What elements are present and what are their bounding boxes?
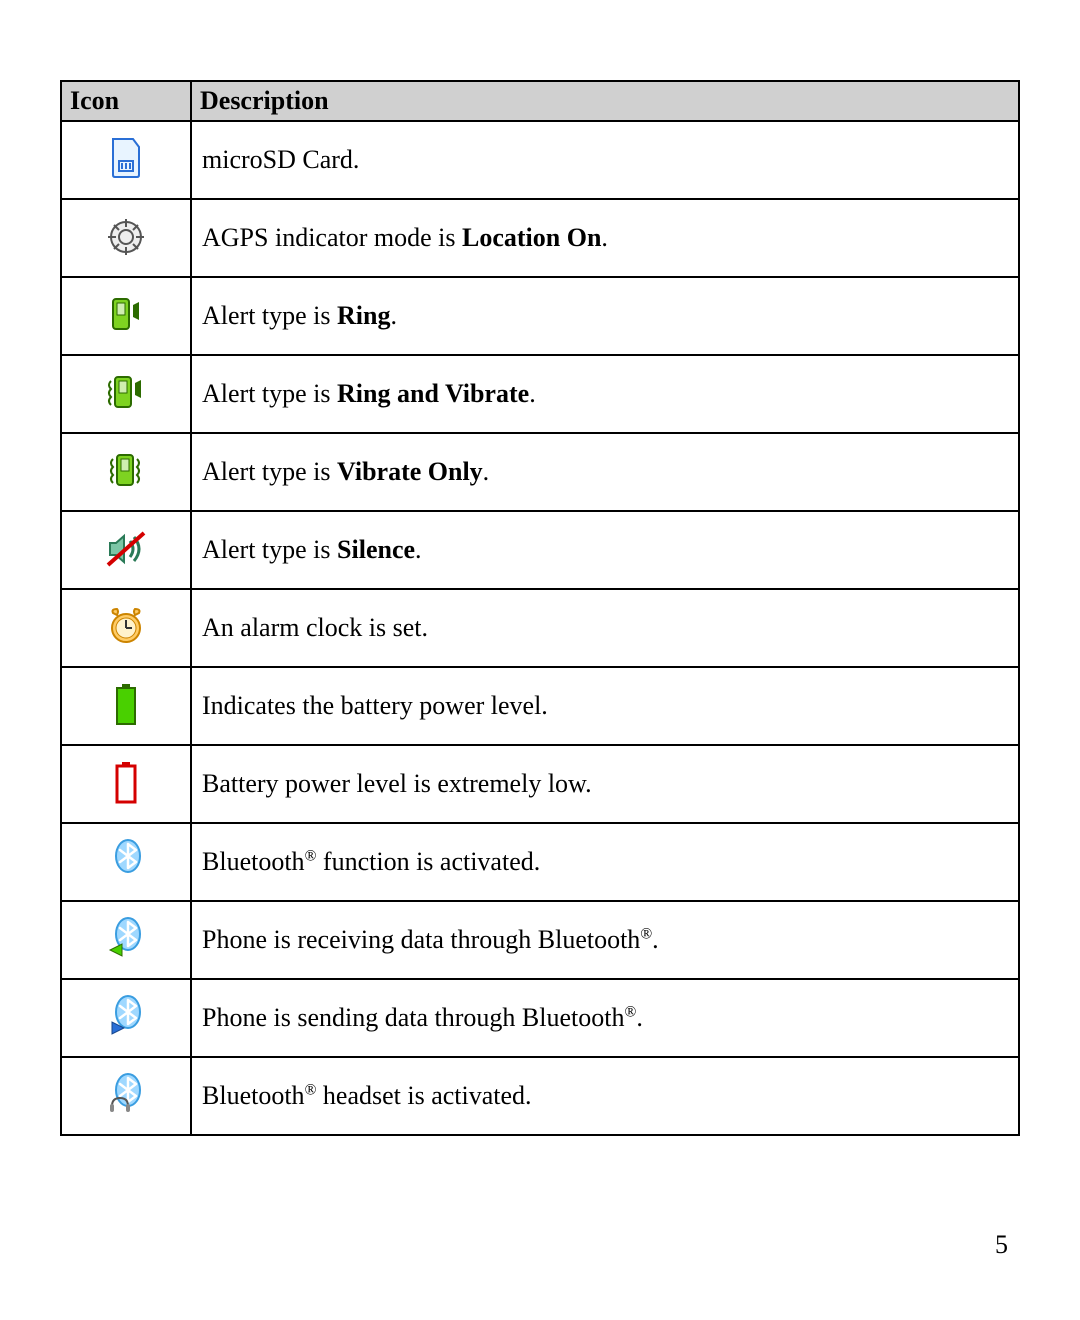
table-row: An alarm clock is set. bbox=[61, 589, 1019, 667]
registered-mark: ® bbox=[640, 925, 652, 942]
icon-cell bbox=[61, 823, 191, 901]
desc-post: headset is activated. bbox=[316, 1081, 531, 1110]
description-cell: An alarm clock is set. bbox=[191, 589, 1019, 667]
desc-pre: microSD Card. bbox=[202, 145, 359, 174]
battery-low-icon bbox=[102, 758, 150, 806]
agps-location-on-icon bbox=[102, 213, 150, 261]
alert-ring-icon bbox=[102, 290, 150, 338]
desc-pre: Alert type is bbox=[202, 379, 337, 408]
icon-cell bbox=[61, 121, 191, 199]
description-cell: Battery power level is extremely low. bbox=[191, 745, 1019, 823]
icon-cell bbox=[61, 511, 191, 589]
table-row: Battery power level is extremely low. bbox=[61, 745, 1019, 823]
desc-bold: Silence bbox=[337, 535, 415, 564]
description-cell: AGPS indicator mode is Location On. bbox=[191, 199, 1019, 277]
description-cell: Alert type is Ring. bbox=[191, 277, 1019, 355]
registered-mark: ® bbox=[305, 847, 317, 864]
desc-post: . bbox=[652, 925, 659, 954]
desc-pre: Alert type is bbox=[202, 301, 337, 330]
desc-post: function is activated. bbox=[316, 847, 540, 876]
description-cell: Bluetooth® headset is activated. bbox=[191, 1057, 1019, 1135]
description-cell: Indicates the battery power level. bbox=[191, 667, 1019, 745]
bluetooth-receive-icon bbox=[102, 914, 150, 962]
table-row: Alert type is Ring and Vibrate. bbox=[61, 355, 1019, 433]
desc-pre: An alarm clock is set. bbox=[202, 613, 428, 642]
desc-pre: Alert type is bbox=[202, 535, 337, 564]
table-row: AGPS indicator mode is Location On. bbox=[61, 199, 1019, 277]
table-row: microSD Card. bbox=[61, 121, 1019, 199]
desc-post: . bbox=[483, 457, 490, 486]
alert-silence-icon bbox=[102, 525, 150, 573]
bluetooth-send-icon bbox=[102, 992, 150, 1040]
registered-mark: ® bbox=[624, 1003, 636, 1020]
desc-bold: Location On bbox=[462, 223, 601, 252]
registered-mark: ® bbox=[305, 1081, 317, 1098]
desc-post: . bbox=[391, 301, 398, 330]
desc-bold: Vibrate Only bbox=[337, 457, 483, 486]
page-number: 5 bbox=[995, 1230, 1008, 1260]
icon-description-table: Icon Description microSD Card. AGPS indic… bbox=[60, 80, 1020, 1136]
table-row: Alert type is Ring. bbox=[61, 277, 1019, 355]
desc-post: . bbox=[601, 223, 608, 252]
desc-pre: Bluetooth bbox=[202, 847, 305, 876]
icon-cell bbox=[61, 589, 191, 667]
icon-cell bbox=[61, 979, 191, 1057]
microsd-icon bbox=[102, 134, 150, 182]
desc-post: . bbox=[415, 535, 422, 564]
icon-cell bbox=[61, 1057, 191, 1135]
table-row: Alert type is Vibrate Only. bbox=[61, 433, 1019, 511]
desc-bold: Ring and Vibrate bbox=[337, 379, 529, 408]
description-cell: Phone is receiving data through Bluetoot… bbox=[191, 901, 1019, 979]
table-row: Alert type is Silence. bbox=[61, 511, 1019, 589]
description-cell: Alert type is Silence. bbox=[191, 511, 1019, 589]
desc-pre: Bluetooth bbox=[202, 1081, 305, 1110]
desc-pre: Phone is receiving data through Bluetoot… bbox=[202, 925, 640, 954]
icon-cell bbox=[61, 745, 191, 823]
desc-pre: Battery power level is extremely low. bbox=[202, 769, 592, 798]
desc-pre: Alert type is bbox=[202, 457, 337, 486]
bluetooth-headset-icon bbox=[102, 1070, 150, 1118]
description-cell: Alert type is Vibrate Only. bbox=[191, 433, 1019, 511]
desc-post: . bbox=[529, 379, 536, 408]
alert-vibrate-only-icon bbox=[102, 446, 150, 494]
desc-pre: Indicates the battery power level. bbox=[202, 691, 548, 720]
icon-cell bbox=[61, 277, 191, 355]
desc-post: . bbox=[636, 1003, 643, 1032]
battery-full-icon bbox=[102, 680, 150, 728]
table-row: Phone is sending data through Bluetooth®… bbox=[61, 979, 1019, 1057]
alert-ring-vibrate-icon bbox=[102, 368, 150, 416]
description-cell: Alert type is Ring and Vibrate. bbox=[191, 355, 1019, 433]
icon-cell bbox=[61, 667, 191, 745]
page-content: Icon Description microSD Card. AGPS indic… bbox=[0, 0, 1080, 1136]
table-row: Bluetooth® function is activated. bbox=[61, 823, 1019, 901]
header-icon: Icon bbox=[61, 81, 191, 121]
bluetooth-on-icon bbox=[102, 836, 150, 884]
description-cell: Bluetooth® function is activated. bbox=[191, 823, 1019, 901]
header-description: Description bbox=[191, 81, 1019, 121]
icon-cell bbox=[61, 433, 191, 511]
table-row: Phone is receiving data through Bluetoot… bbox=[61, 901, 1019, 979]
table-row: Indicates the battery power level. bbox=[61, 667, 1019, 745]
icon-cell bbox=[61, 901, 191, 979]
desc-pre: AGPS indicator mode is bbox=[202, 223, 462, 252]
table-header-row: Icon Description bbox=[61, 81, 1019, 121]
desc-pre: Phone is sending data through Bluetooth bbox=[202, 1003, 624, 1032]
description-cell: microSD Card. bbox=[191, 121, 1019, 199]
desc-bold: Ring bbox=[337, 301, 390, 330]
alarm-clock-icon bbox=[102, 602, 150, 650]
description-cell: Phone is sending data through Bluetooth®… bbox=[191, 979, 1019, 1057]
icon-cell bbox=[61, 355, 191, 433]
icon-cell bbox=[61, 199, 191, 277]
table-row: Bluetooth® headset is activated. bbox=[61, 1057, 1019, 1135]
